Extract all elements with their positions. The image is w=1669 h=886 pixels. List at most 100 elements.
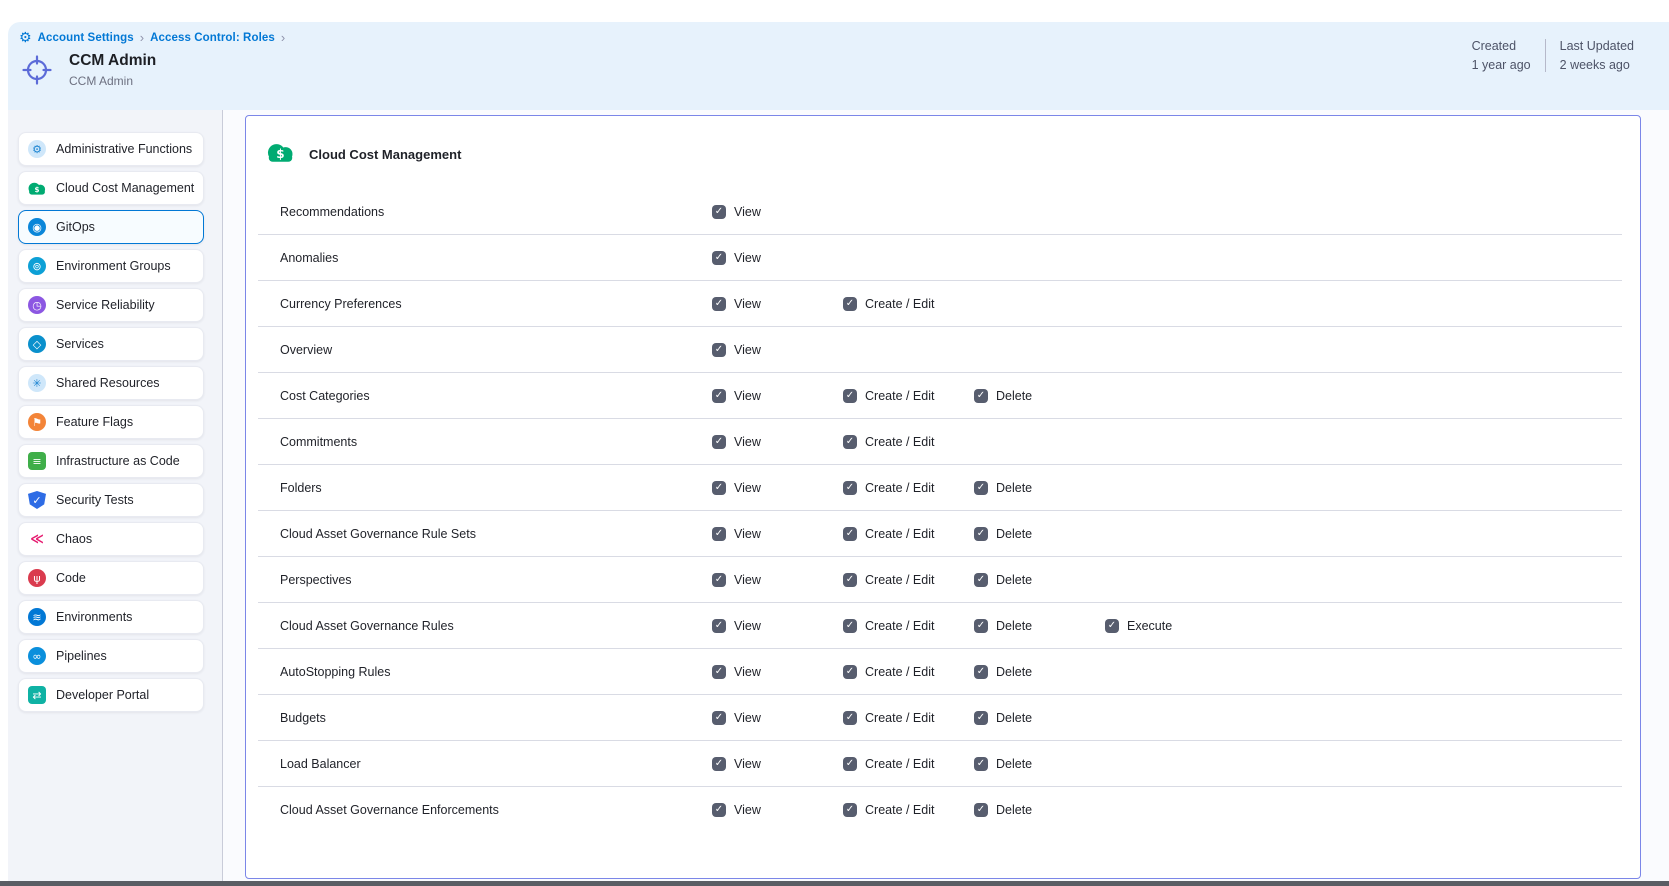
checkbox-checked-icon[interactable]: ✓ xyxy=(712,573,726,587)
checkbox-checked-icon[interactable]: ✓ xyxy=(974,757,988,771)
permission-checkbox-view[interactable]: ✓View xyxy=(712,251,843,265)
permission-checkbox-delete[interactable]: ✓Delete xyxy=(974,389,1105,403)
sidebar-item-developer-portal[interactable]: ⇄ Developer Portal xyxy=(18,678,204,712)
checkbox-checked-icon[interactable]: ✓ xyxy=(843,573,857,587)
sidebar-item-shared-resources[interactable]: ✳ Shared Resources xyxy=(18,366,204,400)
permission-checkbox-create[interactable]: ✓Create / Edit xyxy=(843,803,974,817)
permission-checkbox-create[interactable]: ✓Create / Edit xyxy=(843,481,974,495)
checkbox-checked-icon[interactable]: ✓ xyxy=(974,481,988,495)
permission-label: View xyxy=(734,619,761,633)
sidebar-item-services[interactable]: ◇ Services xyxy=(18,327,204,361)
created-meta: Created 1 year ago xyxy=(1458,39,1545,72)
permission-checkbox-delete[interactable]: ✓Delete xyxy=(974,665,1105,679)
permission-checkbox-delete[interactable]: ✓Delete xyxy=(974,803,1105,817)
checkbox-checked-icon[interactable]: ✓ xyxy=(843,389,857,403)
checkbox-checked-icon[interactable]: ✓ xyxy=(712,343,726,357)
checkbox-checked-icon[interactable]: ✓ xyxy=(712,757,726,771)
permission-checkbox-create[interactable]: ✓Create / Edit xyxy=(843,711,974,725)
checkbox-checked-icon[interactable]: ✓ xyxy=(974,711,988,725)
permission-checkbox-create[interactable]: ✓Create / Edit xyxy=(843,665,974,679)
checkbox-checked-icon[interactable]: ✓ xyxy=(712,297,726,311)
permission-checkbox-view[interactable]: ✓View xyxy=(712,803,843,817)
permission-checkbox-delete[interactable]: ✓ Delete xyxy=(974,757,1105,771)
checkbox-checked-icon[interactable]: ✓ xyxy=(843,803,857,817)
permission-row: Currency Preferences ✓View✓Create / Edit xyxy=(258,281,1622,327)
checkbox-checked-icon[interactable]: ✓ xyxy=(712,481,726,495)
permission-checkbox-create[interactable]: ✓Create / Edit xyxy=(843,619,974,633)
checkbox-checked-icon[interactable]: ✓ xyxy=(974,803,988,817)
checkbox-checked-icon[interactable]: ✓ xyxy=(712,619,726,633)
permission-checkbox-view[interactable]: ✓ View xyxy=(712,619,843,633)
permission-checkbox-view[interactable]: ✓View xyxy=(712,665,843,679)
permission-checkbox-view[interactable]: ✓View xyxy=(712,757,843,771)
role-title-row: CCM Admin CCM Admin xyxy=(20,52,1669,88)
checkbox-checked-icon[interactable]: ✓ xyxy=(712,251,726,265)
permission-checkbox-view[interactable]: ✓View xyxy=(712,711,843,725)
checkbox-checked-icon[interactable]: ✓ xyxy=(712,803,726,817)
sidebar-item-label: Administrative Functions xyxy=(56,142,192,156)
checkbox-checked-icon[interactable]: ✓ xyxy=(712,435,726,449)
sidebar-item-admin-functions[interactable]: ⚙ Administrative Functions xyxy=(18,132,204,166)
sidebar-item-pipelines[interactable]: ∞ Pipelines xyxy=(18,639,204,673)
permission-checkbox-view[interactable]: ✓View xyxy=(712,343,843,357)
permission-checkbox-delete[interactable]: ✓Delete xyxy=(974,527,1105,541)
checkbox-checked-icon[interactable]: ✓ xyxy=(843,435,857,449)
checkbox-checked-icon[interactable]: ✓ xyxy=(843,297,857,311)
checkbox-checked-icon[interactable]: ✓ xyxy=(843,481,857,495)
sidebar-item-chaos[interactable]: ≪ Chaos xyxy=(18,522,204,556)
sidebar-item-code[interactable]: ψ Code xyxy=(18,561,204,595)
permission-checkbox-view[interactable]: ✓View xyxy=(712,435,843,449)
permission-checkbox-create[interactable]: ✓Create / Edit xyxy=(843,757,974,771)
permission-label: Delete xyxy=(996,619,1032,633)
checkbox-checked-icon[interactable]: ✓ xyxy=(712,665,726,679)
sidebar-item-security-tests[interactable]: ✓ Security Tests xyxy=(18,483,204,517)
permission-checkbox-delete[interactable]: ✓ Delete xyxy=(974,481,1105,495)
sidebar-item-environments[interactable]: ≋ Environments xyxy=(18,600,204,634)
permission-checkbox-view[interactable]: ✓View xyxy=(712,573,843,587)
permission-checkbox-delete[interactable]: ✓Delete xyxy=(974,711,1105,725)
permission-checkbox-create[interactable]: ✓Create / Edit xyxy=(843,389,974,403)
sidebar-item-environment-groups[interactable]: ⊚ Environment Groups xyxy=(18,249,204,283)
checkbox-checked-icon[interactable]: ✓ xyxy=(974,619,988,633)
checkbox-checked-icon[interactable]: ✓ xyxy=(843,711,857,725)
permission-checkbox-delete[interactable]: ✓Delete xyxy=(974,573,1105,587)
permission-checkbox-create[interactable]: ✓Create / Edit xyxy=(843,435,974,449)
checkbox-checked-icon[interactable]: ✓ xyxy=(843,665,857,679)
sidebar-item-service-reliability[interactable]: ◷ Service Reliability xyxy=(18,288,204,322)
checkbox-checked-icon[interactable]: ✓ xyxy=(974,665,988,679)
permission-checkbox-view[interactable]: ✓View xyxy=(712,527,843,541)
checkbox-checked-icon[interactable]: ✓ xyxy=(712,389,726,403)
permission-label: Delete xyxy=(996,481,1032,495)
breadcrumb-link-account-settings[interactable]: Account Settings xyxy=(38,32,134,44)
checkbox-checked-icon[interactable]: ✓ xyxy=(712,711,726,725)
checkbox-checked-icon[interactable]: ✓ xyxy=(712,205,726,219)
permission-label: Delete xyxy=(996,757,1032,771)
permission-checkbox-view[interactable]: ✓View xyxy=(712,205,843,219)
sidebar-item-cloud-cost-management[interactable]: $ Cloud Cost Management xyxy=(18,171,204,205)
checkbox-checked-icon[interactable]: ✓ xyxy=(843,619,857,633)
permission-checkbox-delete[interactable]: ✓ Delete xyxy=(974,619,1105,633)
checkbox-checked-icon[interactable]: ✓ xyxy=(974,573,988,587)
checkbox-checked-icon[interactable]: ✓ xyxy=(712,527,726,541)
sidebar-item-feature-flags[interactable]: ⚑ Feature Flags xyxy=(18,405,204,439)
checkbox-checked-icon[interactable]: ✓ xyxy=(974,527,988,541)
permission-checkbox-execute[interactable]: ✓ Execute xyxy=(1105,619,1236,633)
permission-row: Folders ✓View✓Create / Edit✓Delete xyxy=(258,465,1622,511)
permission-checkbox-view[interactable]: ✓View xyxy=(712,481,843,495)
permission-checkbox-view[interactable]: ✓View xyxy=(712,389,843,403)
resource-label: Cloud Asset Governance Enforcements xyxy=(280,803,712,817)
checkbox-checked-icon[interactable]: ✓ xyxy=(843,527,857,541)
permission-label: Execute xyxy=(1127,619,1172,633)
permission-checkbox-create[interactable]: ✓Create / Edit xyxy=(843,297,974,311)
sidebar-item-gitops[interactable]: ◉ GitOps xyxy=(18,210,204,244)
checkbox-checked-icon[interactable]: ✓ xyxy=(1105,619,1119,633)
permission-checkbox-view[interactable]: ✓View xyxy=(712,297,843,311)
permission-checkbox-create[interactable]: ✓Create / Edit xyxy=(843,527,974,541)
breadcrumb-link-access-control-roles[interactable]: Access Control: Roles xyxy=(150,32,275,44)
sidebar-item-infrastructure-as-code[interactable]: ≡ Infrastructure as Code xyxy=(18,444,204,478)
infrastructure-as-code-icon: ≡ xyxy=(28,452,46,470)
checkbox-checked-icon[interactable]: ✓ xyxy=(843,757,857,771)
checkbox-checked-icon[interactable]: ✓ xyxy=(974,389,988,403)
resource-label: AutoStopping Rules xyxy=(280,665,712,679)
permission-checkbox-create[interactable]: ✓Create / Edit xyxy=(843,573,974,587)
